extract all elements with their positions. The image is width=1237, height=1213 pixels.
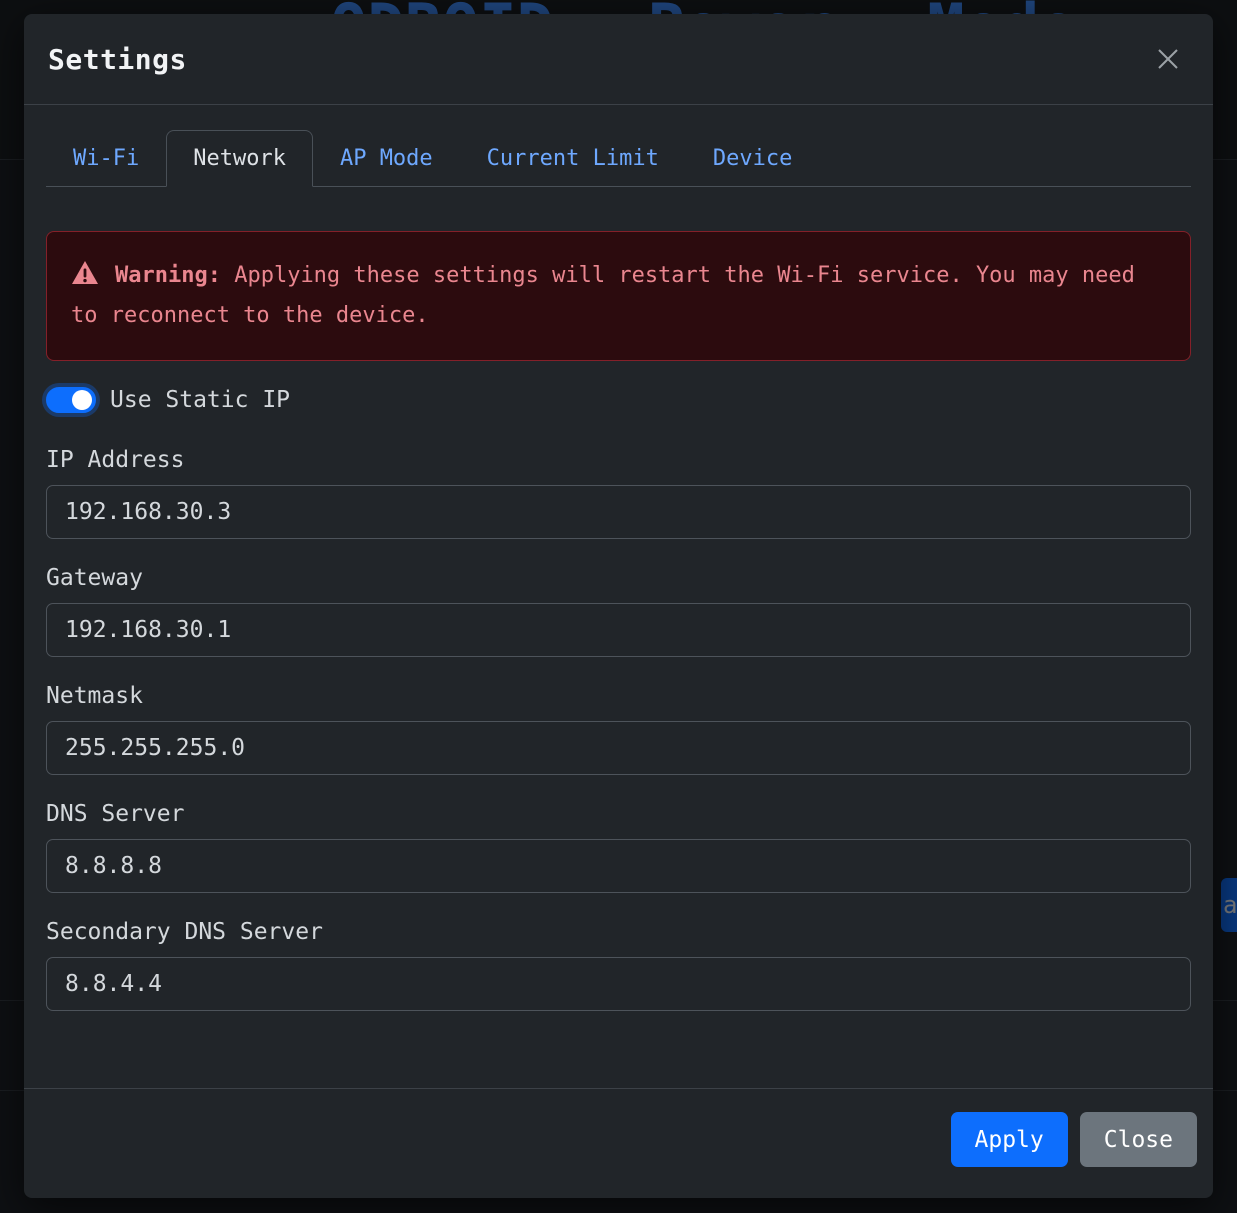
tab-network[interactable]: Network bbox=[166, 130, 313, 187]
gateway-input[interactable] bbox=[46, 603, 1191, 657]
tab-ap-mode[interactable]: AP Mode bbox=[313, 130, 460, 187]
warning-triangle-icon bbox=[71, 260, 99, 298]
warning-label: Warning: bbox=[115, 263, 221, 288]
dns-server-input[interactable] bbox=[46, 839, 1191, 893]
secondary-dns-group: Secondary DNS Server bbox=[46, 919, 1191, 1011]
netmask-input[interactable] bbox=[46, 721, 1191, 775]
static-ip-toggle-label: Use Static IP bbox=[110, 387, 290, 413]
modal-body: Wi-Fi Network AP Mode Current Limit Devi… bbox=[24, 105, 1213, 1088]
settings-modal: Settings Wi-Fi Network AP Mode Current L… bbox=[24, 14, 1213, 1198]
wifi-restart-warning: Warning: Applying these settings will re… bbox=[46, 231, 1191, 361]
static-ip-row: Use Static IP bbox=[46, 387, 1191, 413]
tab-wifi[interactable]: Wi-Fi bbox=[46, 130, 166, 187]
netmask-label: Netmask bbox=[46, 683, 1191, 709]
modal-footer: Apply Close bbox=[24, 1088, 1213, 1198]
netmask-group: Netmask bbox=[46, 683, 1191, 775]
warning-message: Applying these settings will restart the… bbox=[71, 263, 1135, 328]
apply-button[interactable]: Apply bbox=[951, 1112, 1068, 1167]
use-static-ip-toggle[interactable] bbox=[46, 387, 96, 413]
ip-address-group: IP Address bbox=[46, 447, 1191, 539]
close-icon[interactable] bbox=[1151, 42, 1185, 76]
tab-current-limit[interactable]: Current Limit bbox=[460, 130, 686, 187]
tab-device[interactable]: Device bbox=[686, 130, 819, 187]
ip-address-input[interactable] bbox=[46, 485, 1191, 539]
ip-address-label: IP Address bbox=[46, 447, 1191, 473]
dns-server-group: DNS Server bbox=[46, 801, 1191, 893]
secondary-dns-input[interactable] bbox=[46, 957, 1191, 1011]
gateway-label: Gateway bbox=[46, 565, 1191, 591]
gateway-group: Gateway bbox=[46, 565, 1191, 657]
close-button[interactable]: Close bbox=[1080, 1112, 1197, 1167]
settings-tabs: Wi-Fi Network AP Mode Current Limit Devi… bbox=[46, 129, 1191, 187]
modal-header: Settings bbox=[24, 14, 1213, 105]
secondary-dns-label: Secondary DNS Server bbox=[46, 919, 1191, 945]
toggle-knob bbox=[72, 390, 92, 410]
modal-title: Settings bbox=[48, 43, 187, 76]
dns-server-label: DNS Server bbox=[46, 801, 1191, 827]
